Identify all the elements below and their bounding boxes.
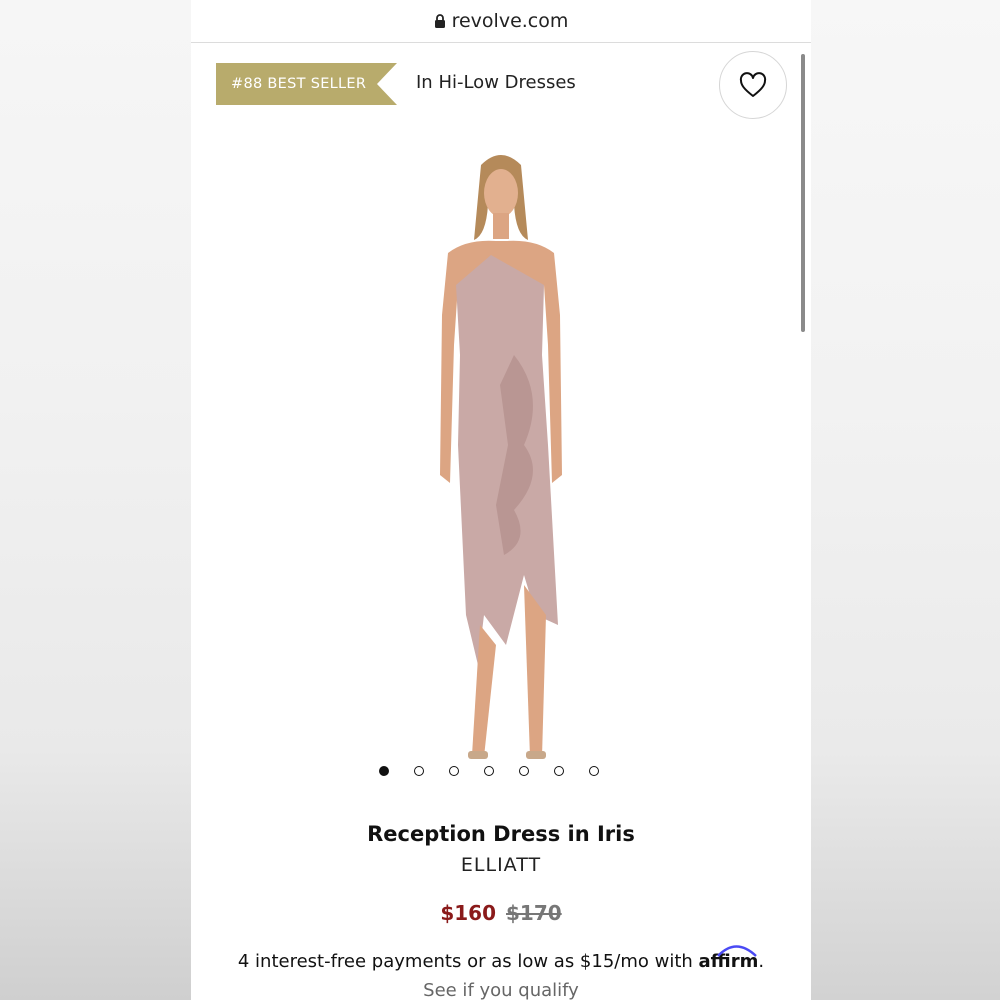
affirm-logo: affirm bbox=[699, 945, 758, 972]
url-text: revolve.com bbox=[451, 10, 569, 32]
favorite-button[interactable] bbox=[719, 51, 787, 119]
financing-message: 4 interest-free payments or as low as $1… bbox=[191, 945, 811, 972]
image-carousel-dots bbox=[379, 766, 599, 776]
original-price: $170 bbox=[506, 901, 562, 925]
financing-text: 4 interest-free payments or as low as $1… bbox=[237, 951, 699, 972]
affirm-arc-icon bbox=[716, 945, 757, 957]
carousel-dot[interactable] bbox=[379, 766, 389, 776]
background-blur-left bbox=[0, 0, 191, 1000]
carousel-dot[interactable] bbox=[449, 766, 459, 776]
product-image[interactable] bbox=[396, 145, 606, 785]
product-brand[interactable]: ELLIATT bbox=[191, 854, 811, 876]
sale-price: $160 bbox=[440, 901, 496, 925]
qualify-link[interactable]: See if you qualify bbox=[191, 980, 811, 1000]
carousel-dot[interactable] bbox=[484, 766, 494, 776]
scrollbar[interactable] bbox=[801, 54, 805, 332]
heart-icon bbox=[739, 72, 767, 97]
carousel-dot[interactable] bbox=[519, 766, 529, 776]
price-row: $160 $170 bbox=[191, 901, 811, 925]
background-blur-right bbox=[811, 0, 1000, 1000]
address-bar[interactable]: revolve.com bbox=[191, 0, 811, 43]
carousel-dot[interactable] bbox=[589, 766, 599, 776]
carousel-dot[interactable] bbox=[414, 766, 424, 776]
product-title: Reception Dress in Iris bbox=[367, 822, 635, 846]
phone-screen: revolve.com #88 BEST SELLER In Hi-Low Dr… bbox=[191, 0, 811, 1000]
best-seller-text: #88 BEST SELLER bbox=[231, 76, 367, 92]
best-seller-badge: #88 BEST SELLER bbox=[216, 63, 397, 105]
lock-icon bbox=[434, 14, 445, 28]
category-link[interactable]: In Hi-Low Dresses bbox=[416, 72, 576, 93]
carousel-dot[interactable] bbox=[554, 766, 564, 776]
